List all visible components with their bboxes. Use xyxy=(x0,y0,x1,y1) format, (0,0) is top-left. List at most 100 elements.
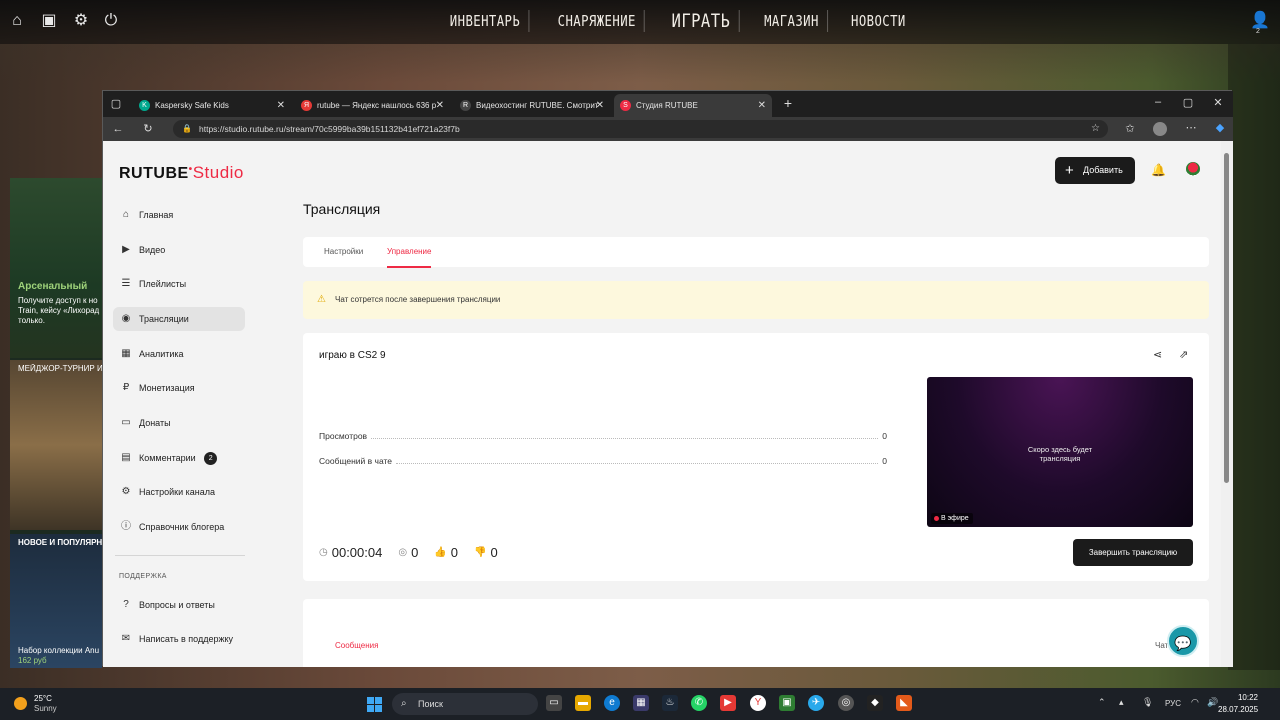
app-icon[interactable]: ◆ xyxy=(867,695,883,711)
metric-dislikes: 👎 0 xyxy=(474,545,498,560)
sidebar-item-blogger-guide[interactable]: ⓘ Справочник блогера xyxy=(113,515,245,539)
volume-icon[interactable]: 🔊 xyxy=(1207,697,1218,708)
scrollbar-thumb[interactable] xyxy=(1224,153,1229,483)
taskbar-search[interactable]: ⌕ Поиск xyxy=(392,693,538,715)
chrome-icon[interactable]: ◎ xyxy=(838,695,854,711)
sidebar-item-playlists[interactable]: ☰ Плейлисты xyxy=(113,272,245,296)
microphone-icon[interactable]: 🎙 xyxy=(1142,697,1153,708)
sidebar-item-video[interactable]: ▶ Видео xyxy=(113,238,245,262)
close-tab-icon[interactable]: ✕ xyxy=(436,94,444,117)
inventory-icon[interactable]: ▣ xyxy=(40,12,58,30)
sun-icon[interactable] xyxy=(14,697,27,710)
sidebar-item-home[interactable]: ⌂ Главная xyxy=(113,203,245,227)
game-nav-play[interactable]: ИГРАТЬ xyxy=(663,10,740,32)
tab-management[interactable]: Управление xyxy=(387,237,432,268)
star-icon[interactable]: ☆ xyxy=(1091,120,1100,138)
url-input[interactable]: 🔒 https://studio.rutube.ru/stream/70c599… xyxy=(173,120,1108,138)
sidebar-item-comments[interactable]: ▤ Комментарии 2 xyxy=(113,446,245,470)
close-window-icon[interactable]: ✕ xyxy=(1211,97,1225,109)
back-icon[interactable]: ← xyxy=(111,123,125,135)
page-scrollbar[interactable] xyxy=(1221,141,1233,667)
clock-time[interactable]: 10:22 xyxy=(1218,693,1258,702)
sidebar-item-faq[interactable]: ? Вопросы и ответы xyxy=(113,593,245,617)
end-stream-button[interactable]: Завершить трансляцию xyxy=(1073,539,1193,566)
viewers-value: 0 xyxy=(411,545,419,560)
game-tournament-card[interactable]: МЕЙДЖОР-ТУРНИР И ПРЕД xyxy=(10,360,102,530)
refresh-icon[interactable]: ↻ xyxy=(141,123,155,135)
game-nav-inventory[interactable]: ИНВЕНТАРЬ xyxy=(442,10,530,32)
sidebar-item-label: Аналитика xyxy=(139,349,184,359)
bell-icon[interactable]: 🔔 xyxy=(1151,163,1166,177)
donate-icon: ▭ xyxy=(121,417,131,428)
open-external-icon[interactable]: ⇗ xyxy=(1179,348,1188,361)
copilot-icon[interactable]: ◆ xyxy=(1213,122,1227,134)
wifi-icon[interactable]: ◠ xyxy=(1191,697,1199,708)
home-icon: ⌂ xyxy=(122,209,130,220)
page-tabs: Настройки Управление xyxy=(303,237,1209,268)
game-nav-news[interactable]: НОВОСТИ xyxy=(843,10,914,32)
close-tab-icon[interactable]: ✕ xyxy=(596,94,604,117)
avatar[interactable] xyxy=(1186,162,1200,176)
game-nav: ИНВЕНТАРЬ СНАРЯЖЕНИЕ ИГРАТЬ МАГАЗИН НОВО… xyxy=(432,10,922,32)
add-button[interactable]: + Добавить xyxy=(1055,157,1135,184)
tray-app-icon[interactable]: ▴ xyxy=(1119,697,1124,708)
game-new-card[interactable]: НОВОЕ И ПОПУЛЯРНОЕ Набор коллекции Anu 1… xyxy=(10,534,102,668)
stream-metrics: ◷ 00:00:04 ◎ 0 👍 0 👎 0 xyxy=(319,545,514,560)
steam-icon[interactable]: ♨ xyxy=(662,695,678,711)
browser-tab-kaspersky[interactable]: K Kaspersky Safe Kids ✕ xyxy=(133,94,291,117)
task-view-icon[interactable]: ▭ xyxy=(546,695,562,711)
power-icon[interactable]: ⏻ xyxy=(102,12,120,30)
profile-icon[interactable] xyxy=(1153,122,1167,136)
game-nav-shop[interactable]: МАГАЗИН xyxy=(756,10,828,32)
close-tab-icon[interactable]: ✕ xyxy=(277,94,285,117)
chevron-up-icon[interactable]: ⌃ xyxy=(1098,697,1106,708)
store-icon[interactable]: ▦ xyxy=(633,695,649,711)
favorites-icon[interactable]: ✩ xyxy=(1123,123,1137,135)
minecraft-icon[interactable]: ▣ xyxy=(779,695,795,711)
rutube-studio-logo[interactable]: RUTUBE•Studio xyxy=(119,163,244,183)
sidebar-divider xyxy=(115,555,245,556)
weather-temperature[interactable]: 25°C xyxy=(34,694,52,703)
browser-tab-yandex[interactable]: Я rutube — Яндекс нашлось 636 р ✕ xyxy=(295,94,450,117)
weather-description[interactable]: Sunny xyxy=(34,704,57,713)
sidebar-item-label: Справочник блогера xyxy=(139,522,225,532)
stream-preview[interactable]: Скоро здесь будет трансляция В эфире ➤ xyxy=(927,377,1193,527)
tab-actions-icon[interactable]: ▢ xyxy=(109,98,123,110)
file-explorer-icon[interactable]: ▬ xyxy=(575,695,591,711)
sidebar-item-contact-support[interactable]: ✉ Написать в поддержку xyxy=(113,627,245,651)
help-chat-button[interactable]: 💬 xyxy=(1167,625,1199,657)
home-icon[interactable]: ⌂ xyxy=(8,12,26,30)
maximize-icon[interactable]: ▢ xyxy=(1181,97,1195,109)
tab-settings[interactable]: Настройки xyxy=(324,237,363,267)
cs2-icon[interactable]: ◣ xyxy=(896,695,912,711)
gear-icon[interactable]: ⚙ xyxy=(72,12,90,30)
close-tab-icon[interactable]: ✕ xyxy=(758,94,766,117)
search-placeholder: Поиск xyxy=(418,699,443,709)
browser-tab-rutube[interactable]: R Видеохостинг RUTUBE. Смотрит ✕ xyxy=(454,94,610,117)
sidebar-item-broadcasts[interactable]: ◉ Трансляции xyxy=(113,307,245,331)
yandex-browser-icon[interactable]: Y xyxy=(750,695,766,711)
timer-value: 00:00:04 xyxy=(331,545,383,560)
new-tab-icon[interactable]: + xyxy=(781,96,795,110)
share-icon[interactable]: ⋖ xyxy=(1153,348,1162,361)
windows-taskbar: 25°C Sunny ⌕ Поиск ▭ ▬ e ▦ ♨ ✆ ▶ Y ▣ ✈ ◎… xyxy=(0,688,1280,720)
sidebar-item-channel-settings[interactable]: ⚙ Настройки канала xyxy=(113,480,245,504)
browser-tab-studio[interactable]: S Студия RUTUBE ✕ xyxy=(614,94,772,117)
youtube-icon[interactable]: ▶ xyxy=(720,695,736,711)
whatsapp-icon[interactable]: ✆ xyxy=(691,695,707,711)
tab-bar: ▢ K Kaspersky Safe Kids ✕ Я rutube — Янд… xyxy=(103,91,1233,117)
sidebar-item-label: Трансляции xyxy=(139,314,189,324)
telegram-icon[interactable]: ✈ xyxy=(808,695,824,711)
start-button[interactable] xyxy=(367,697,382,712)
more-icon[interactable]: ⋯ xyxy=(1184,122,1198,134)
game-promo-card[interactable]: Арсенальный Получите доступ к но Train, … xyxy=(10,178,102,358)
game-nav-equipment[interactable]: СНАРЯЖЕНИЕ xyxy=(549,10,645,32)
language-indicator[interactable]: РУС xyxy=(1165,699,1181,708)
sidebar-item-monetization[interactable]: ₽ Монетизация xyxy=(113,376,245,400)
minimize-icon[interactable]: – xyxy=(1151,96,1165,108)
sidebar-item-analytics[interactable]: ▦ Аналитика xyxy=(113,342,245,366)
clock-date[interactable]: 28.07.2025 xyxy=(1218,705,1258,714)
sidebar-item-donations[interactable]: ▭ Донаты xyxy=(113,411,245,435)
edge-icon[interactable]: e xyxy=(604,695,620,711)
tab-messages[interactable]: Сообщения xyxy=(335,641,378,650)
